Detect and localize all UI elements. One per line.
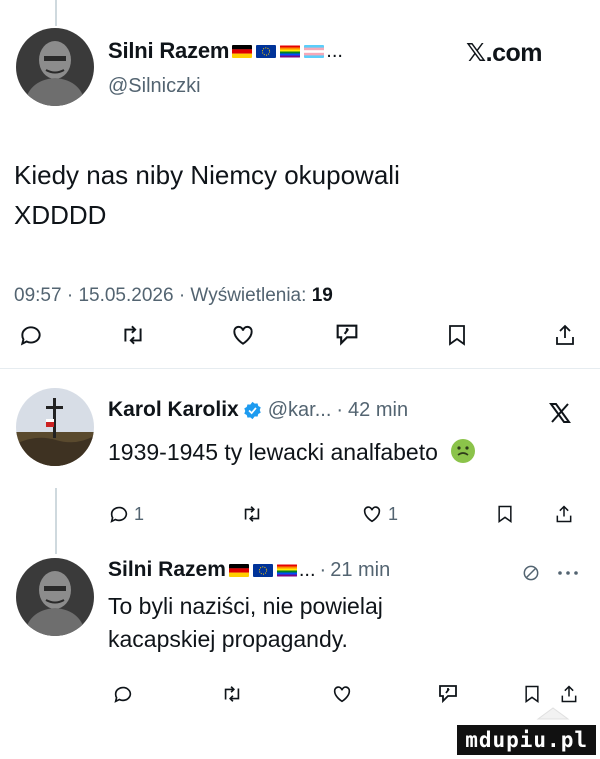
avatar-reply2[interactable]	[16, 558, 94, 636]
bookmark-icon[interactable]	[440, 318, 474, 352]
reply2-display-name[interactable]: Silni Razem	[108, 558, 226, 582]
rainbow-flag-icon	[280, 45, 301, 58]
tweet-meta: 09:57 · 15.05.2026 · Wyświetlenia: 19	[14, 285, 333, 306]
thread-line-top	[55, 0, 57, 26]
reply1-bookmark-icon[interactable]	[490, 498, 520, 530]
reply1-reply-button[interactable]: 1	[108, 498, 144, 530]
reply2-text-line2: kacapskiej propagandy.	[108, 626, 348, 652]
germany-flag-icon	[228, 563, 249, 577]
reply1-like-count: 1	[388, 503, 399, 524]
views-count: 19	[311, 285, 333, 306]
reply2-grok-icon[interactable]	[432, 678, 464, 710]
reply2-name-ellipsis: ...	[298, 558, 316, 581]
share-icon[interactable]	[548, 318, 582, 352]
reply2-reply-icon[interactable]	[108, 678, 138, 710]
thread-line-mid	[55, 488, 57, 554]
reply2-text-line1: To byli naziści, nie powielaj	[108, 593, 383, 619]
reply1-like-button[interactable]: 1	[360, 498, 398, 530]
reply1-retweet-icon[interactable]	[236, 498, 268, 530]
reply2-retweet-icon[interactable]	[216, 678, 248, 710]
divider-main	[0, 368, 600, 369]
reply-icon[interactable]	[14, 318, 48, 352]
tweet-date[interactable]: 15.05.2026	[78, 285, 173, 306]
grok-icon[interactable]	[330, 318, 364, 352]
tweet-text-line1: Kiedy nas niby Niemcy okupowali	[14, 160, 400, 190]
eu-flag-icon	[252, 563, 273, 577]
reply2-age[interactable]: 21 min	[330, 559, 390, 582]
watermark: mdupiu.pl	[457, 725, 596, 755]
avatar-main[interactable]	[16, 28, 94, 106]
no-entry-icon[interactable]	[518, 560, 544, 586]
reply2-flags-group	[228, 563, 297, 577]
avatar-reply1[interactable]	[16, 388, 94, 466]
reply1-text-row: 1939-1945 ty lewacki analfabeto	[108, 437, 476, 468]
like-icon[interactable]	[226, 318, 260, 352]
flags-group	[232, 44, 325, 58]
germany-flag-icon	[232, 44, 253, 58]
trans-flag-icon	[304, 44, 325, 58]
x-logo-icon	[545, 398, 575, 428]
reply2-header: Silni Razem ... · 21 min	[108, 558, 391, 582]
nauseated-emoji-icon	[450, 438, 476, 464]
eu-flag-icon	[256, 44, 277, 58]
display-name[interactable]: Silni Razem	[108, 38, 229, 64]
reply1-age[interactable]: 42 min	[348, 399, 408, 422]
reply2-like-icon[interactable]	[326, 678, 358, 710]
rainbow-flag-icon	[276, 564, 297, 577]
reply1-text: 1939-1945 ty lewacki analfabeto	[108, 439, 438, 465]
watermark-cap-icon	[536, 707, 570, 720]
reply1-share-icon[interactable]	[548, 498, 580, 530]
tweet-text-line2: XDDDD	[14, 200, 107, 230]
handle[interactable]: @Silniczki	[108, 75, 201, 98]
reply1-display-name[interactable]: Karol Karolix	[108, 398, 239, 422]
more-options-icon[interactable]	[553, 560, 583, 586]
tweet-time[interactable]: 09:57	[14, 285, 62, 306]
retweet-icon[interactable]	[116, 318, 150, 352]
verified-badge-icon	[243, 401, 262, 420]
main-name-row: Silni Razem ...	[108, 38, 343, 64]
x-brand: 𝕏.com	[466, 39, 543, 67]
views-label: Wyświetlenia:	[190, 285, 307, 306]
reply1-handle[interactable]: @kar...	[268, 399, 332, 422]
reply1-reply-count: 1	[134, 503, 145, 524]
reply1-header: Karol Karolix @kar... · 42 min	[108, 398, 409, 422]
name-ellipsis: ...	[326, 39, 343, 62]
